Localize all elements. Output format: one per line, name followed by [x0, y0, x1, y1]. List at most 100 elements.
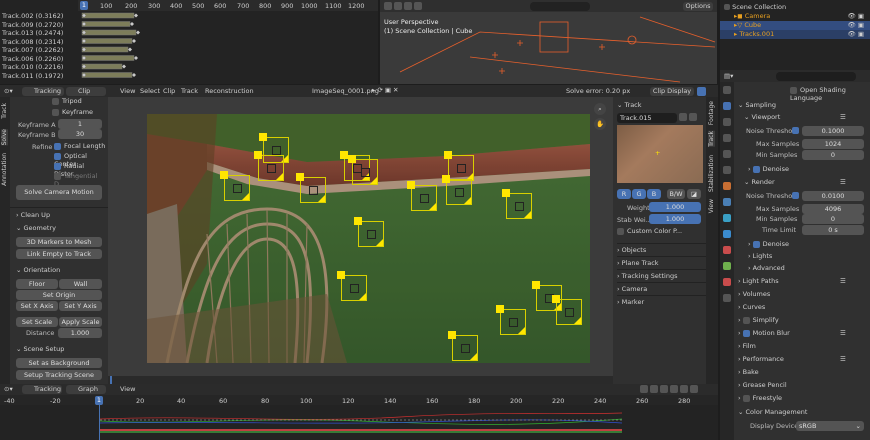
noise-threshold-checkbox[interactable] [792, 127, 799, 134]
menu-select[interactable]: Select [140, 87, 160, 95]
tracking-marker[interactable] [354, 217, 384, 247]
stab-weight-field[interactable]: 1.000 [649, 214, 701, 224]
keyframe-checkbox[interactable]: Keyframe [52, 108, 93, 116]
keyframe-a-field[interactable]: 1 [58, 119, 102, 129]
graph-view-dropdown[interactable]: Graph [66, 385, 106, 394]
set-x-axis-button[interactable]: Set X Axis [16, 301, 58, 311]
outliner-root[interactable]: Scene Collection [724, 3, 786, 11]
bake-section[interactable]: › Bake [738, 368, 759, 376]
channel-b-button[interactable]: B [647, 189, 661, 199]
noise-threshold-viewport-field[interactable]: 0.1000 [802, 126, 864, 136]
tab-solve[interactable]: Solve [1, 129, 8, 146]
view-dropdown[interactable]: Clip [66, 87, 106, 96]
noise-threshold-checkbox[interactable] [792, 192, 799, 199]
graph-toolbar-icons[interactable] [640, 385, 699, 393]
clip-display-dropdown[interactable]: Clip Display [650, 87, 694, 96]
modifier-tab-icon[interactable] [723, 198, 731, 206]
dopesheet-keyframes[interactable] [78, 12, 378, 82]
list-icon[interactable]: ☰ [840, 355, 846, 363]
tab-track-side[interactable]: Track [708, 131, 715, 147]
denoise-viewport-subsection[interactable]: › Denoise [748, 165, 789, 173]
distance-field[interactable]: 1.000 [58, 328, 102, 338]
menu-view[interactable]: View [120, 87, 135, 95]
render-subsection[interactable]: ⌄ Render ☰ [744, 178, 846, 186]
channel-row[interactable]: Track.007 (0.2262) [0, 46, 78, 55]
channel-g-button[interactable]: G [632, 189, 646, 199]
motion-blur-section[interactable]: › Motion Blur ☰ [738, 329, 846, 337]
tracking-marker[interactable] [220, 171, 250, 201]
geometry-section[interactable]: ⌄ Geometry [16, 224, 56, 232]
min-samples-render-field[interactable]: 0 [802, 214, 864, 224]
tracking-marker[interactable] [337, 271, 367, 301]
set-origin-button[interactable]: Set Origin [16, 290, 102, 300]
dopesheet-ruler[interactable]: 1 100 200 300 400 500 600 700 800 900 10… [78, 0, 378, 11]
track-name-field[interactable]: Track.015 [617, 113, 677, 123]
apply-scale-button[interactable]: Apply Scale [59, 317, 102, 327]
tracking-marker[interactable] [496, 305, 526, 335]
track-visibility-icons[interactable] [679, 113, 698, 121]
solve-camera-motion-button[interactable]: Solve Camera Motion [16, 185, 102, 200]
tracking-settings-section[interactable]: › Tracking Settings [617, 269, 706, 280]
zoom-icon[interactable]: ⌕ [594, 103, 606, 115]
max-samples-viewport-field[interactable]: 1024 [802, 139, 864, 149]
max-samples-render-field[interactable]: 4096 [802, 204, 864, 214]
graph-menu-view[interactable]: View [120, 385, 135, 393]
editor-type-icon[interactable]: ⊙▾ [4, 87, 13, 95]
set-y-axis-button[interactable]: Set Y Axis [59, 301, 102, 311]
objects-section[interactable]: › Objects [617, 243, 706, 254]
options-dropdown[interactable]: Options [683, 2, 713, 11]
clip-file-name[interactable]: ImageSeq_0001.png [312, 87, 379, 95]
color-management-section[interactable]: ⌄ Color Management [738, 408, 807, 416]
alpha-button[interactable]: ◪ [687, 189, 701, 199]
tracking-marker[interactable] [254, 151, 284, 181]
channel-row[interactable]: Track.011 (0.1972) [0, 72, 78, 81]
tab-view[interactable]: View [708, 199, 715, 213]
markers-to-mesh-button[interactable]: 3D Markers to Mesh [16, 237, 102, 247]
tab-annotation[interactable]: Annotation [1, 153, 8, 186]
tripod-checkbox[interactable]: Tripod [52, 97, 82, 105]
3d-viewport[interactable]: Options User Perspective (1) Scene Colle… [380, 0, 717, 84]
menu-track[interactable]: Track [181, 87, 198, 95]
performance-section[interactable]: › Performance ☰ [738, 355, 846, 363]
viewport-mode-icons[interactable] [384, 2, 423, 10]
channel-row[interactable]: Track.002 (0.3162) [0, 12, 78, 21]
camera-section[interactable]: › Camera [617, 282, 706, 293]
clip-file-icons[interactable]: ▸ ⟳ ▣ ✕ [372, 86, 399, 94]
channel-r-button[interactable]: R [617, 189, 631, 199]
tracking-marker[interactable] [348, 155, 378, 185]
plane-track-section[interactable]: › Plane Track [617, 256, 706, 267]
physics-tab-icon[interactable] [723, 230, 731, 238]
particles-tab-icon[interactable] [723, 214, 731, 222]
visibility-icon[interactable]: 👁 ▣ [848, 12, 864, 21]
tracking-marker[interactable] [296, 173, 326, 203]
min-samples-viewport-field[interactable]: 0 [802, 150, 864, 160]
wall-button[interactable]: Wall [59, 279, 102, 289]
properties-search[interactable] [776, 72, 856, 81]
viewport-subsection[interactable]: ⌄ Viewport ☰ [744, 113, 846, 121]
focal-length-checkbox[interactable]: Focal Length [54, 142, 105, 150]
render-tab-icon[interactable] [723, 102, 731, 110]
tool-tab-icon[interactable] [723, 86, 731, 94]
scene-setup-section[interactable]: ⌄ Scene Setup [16, 345, 64, 353]
setup-tracking-scene-button[interactable]: Setup Tracking Scene [16, 370, 102, 380]
lock-icon[interactable] [689, 113, 698, 121]
object-tab-icon[interactable] [723, 182, 731, 190]
texture-tab-icon[interactable] [723, 294, 731, 302]
output-tab-icon[interactable] [723, 118, 731, 126]
weight-field[interactable]: 1.000 [649, 202, 701, 212]
pan-icon[interactable]: ✋ [594, 118, 606, 130]
current-frame-indicator[interactable]: 1 [80, 1, 88, 10]
display-device-dropdown[interactable]: sRGB ⌄ [796, 421, 864, 431]
volumes-section[interactable]: › Volumes [738, 290, 770, 298]
tracking-marker[interactable] [407, 181, 437, 211]
channel-row[interactable]: Track.006 (0.2260) [0, 55, 78, 64]
outliner-item-camera[interactable]: ▸◼ Camera 👁 ▣ [720, 12, 870, 21]
graph-mode-dropdown[interactable]: Tracking [22, 385, 62, 394]
graph-editor[interactable]: -40 -20 1 20 40 60 80 100 120 140 160 18… [0, 395, 718, 440]
view-layer-tab-icon[interactable] [723, 134, 731, 142]
menu-clip[interactable]: Clip [163, 87, 175, 95]
channel-row[interactable]: Track.013 (0.2474) [0, 29, 78, 38]
curves-section[interactable]: › Curves [738, 303, 765, 311]
world-tab-icon[interactable] [723, 166, 731, 174]
outliner-item-cube[interactable]: ▸▽ Cube 👁 ▣ [720, 21, 870, 30]
